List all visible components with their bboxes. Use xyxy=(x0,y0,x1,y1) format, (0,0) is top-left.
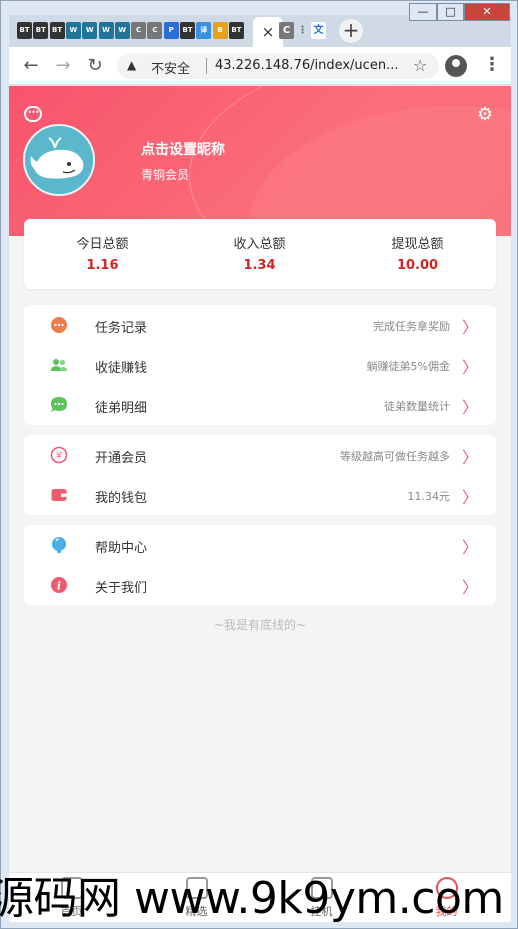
bookmark-star-icon[interactable]: ☆ xyxy=(413,56,427,75)
menu-row-wallet[interactable]: 我的钱包 11.34元 〉 xyxy=(24,475,496,515)
whale-icon xyxy=(25,126,93,194)
tab-favicon-icon[interactable]: P xyxy=(163,22,179,39)
menu-title: 帮助中心 xyxy=(95,541,148,556)
menu-title: 任务记录 xyxy=(95,321,148,336)
stat-today: 今日总额 1.16 xyxy=(24,233,181,273)
minimize-button[interactable]: — xyxy=(409,3,437,21)
kebab-menu-icon[interactable]: ⋮ xyxy=(483,54,501,75)
chat-dots-icon xyxy=(51,317,67,333)
close-window-button[interactable]: ✕ xyxy=(464,3,510,21)
menu-desc: 完成任务拿奖励 xyxy=(373,320,450,333)
menu-row-apprentices[interactable]: 徒弟明细 徒弟数量统计 〉 xyxy=(24,385,496,425)
menu-title: 收徒赚钱 xyxy=(95,361,148,376)
tab-favicon-icon[interactable]: BT xyxy=(17,22,32,39)
info-icon: i xyxy=(51,577,67,593)
tab-favicon-icon[interactable]: BT xyxy=(49,22,65,39)
menu-row-about[interactable]: i 关于我们 〉 xyxy=(24,565,496,605)
watermark-text: 源码网 www.9k9ym.com xyxy=(0,873,504,924)
menu-group-account: ¥ 开通会员 等级越高可做任务越多 〉 我的钱包 11.34元 〉 xyxy=(24,435,496,515)
address-bar-row: ← → ↻ ▲ 不安全 43.226.148.76/index/ucen... … xyxy=(9,47,511,85)
reload-icon[interactable]: ↻ xyxy=(83,54,107,78)
tab-favicon-icon[interactable]: W xyxy=(65,22,81,39)
menu-row-task-records[interactable]: 任务记录 完成任务拿奖励 〉 xyxy=(24,305,496,345)
browser-window: × + BT BT BT W W W W C C P BT 译 B BT C ⋮ 文 — □ ✕ ← → ↻ ▲… xyxy=(0,0,518,929)
tab-favicon-icon[interactable]: C xyxy=(131,22,147,39)
profile-header: ••• ⚙ 点击设置昵称 青铜会员 xyxy=(9,86,511,236)
tab-favicon-icon[interactable]: C xyxy=(147,22,163,39)
chevron-right-icon: 〉 xyxy=(461,578,478,597)
lightbulb-icon xyxy=(52,537,66,553)
menu-title: 徒弟明细 xyxy=(95,401,148,416)
chevron-right-icon: 〉 xyxy=(461,398,478,417)
stat-label: 今日总额 xyxy=(76,237,129,252)
menu-desc: 11.34元 xyxy=(407,490,451,503)
stat-label: 收入总额 xyxy=(233,237,286,252)
tab-favicon-icon[interactable]: 文 xyxy=(311,22,326,39)
chevron-right-icon: 〉 xyxy=(461,538,478,557)
security-label[interactable]: 不安全 xyxy=(151,58,190,77)
omnibox[interactable]: ▲ 不安全 43.226.148.76/index/ucen... ☆ xyxy=(117,53,439,79)
nickname[interactable]: 点击设置昵称 xyxy=(141,139,225,159)
chevron-right-icon: 〉 xyxy=(461,448,478,467)
chevron-right-icon: 〉 xyxy=(461,358,478,377)
profile-avatar-icon[interactable] xyxy=(445,55,467,77)
chat-bubble-icon xyxy=(51,397,67,412)
stat-value: 10.00 xyxy=(396,258,439,273)
new-tab-button[interactable]: + xyxy=(339,19,363,43)
tab-favicon-icon[interactable]: C xyxy=(279,22,294,39)
stats-card: 今日总额 1.16 收入总额 1.34 提现总额 10.00 xyxy=(24,219,496,289)
stat-value: 1.34 xyxy=(243,258,276,273)
chevron-right-icon: 〉 xyxy=(461,488,478,507)
menu-row-recruit[interactable]: 收徒赚钱 躺赚徒弟5%佣金 〉 xyxy=(24,345,496,385)
header-decoration-arc xyxy=(189,86,511,236)
menu-desc: 躺赚徒弟5%佣金 xyxy=(366,360,450,373)
menu-title: 开通会员 xyxy=(95,451,148,466)
tab-favicon-icon[interactable]: W xyxy=(82,22,98,39)
menu-group-tasks: 任务记录 完成任务拿奖励 〉 收徒赚钱 躺赚徒弟5%佣金 〉 徒弟明细 徒弟数量… xyxy=(24,305,496,425)
message-icon[interactable]: ••• xyxy=(24,106,42,122)
warning-triangle-icon[interactable]: ▲ xyxy=(127,58,136,72)
tab-favicon-icon[interactable]: BT xyxy=(228,22,244,39)
menu-row-membership[interactable]: ¥ 开通会员 等级越高可做任务越多 〉 xyxy=(24,435,496,475)
forward-arrow-icon[interactable]: → xyxy=(51,54,75,78)
avatar[interactable] xyxy=(23,124,95,196)
end-of-list-note: ~我是有底线的~ xyxy=(213,618,307,632)
member-level: 青铜会员 xyxy=(141,168,190,182)
stat-withdraw: 提现总额 10.00 xyxy=(339,233,496,273)
tab-favicon-icon[interactable]: B xyxy=(212,22,228,39)
omnibox-divider xyxy=(206,58,207,74)
users-icon xyxy=(51,359,67,371)
svg-text:¥: ¥ xyxy=(56,452,62,462)
tab-favicon-icon[interactable]: 译 xyxy=(196,22,212,39)
page-viewport: ••• ⚙ 点击设置昵称 青铜会员 今日总额 1.16 收入总额 1.34 提现… xyxy=(9,86,511,922)
tab-favicon-icon[interactable]: W xyxy=(98,22,114,39)
menu-row-help[interactable]: 帮助中心 〉 xyxy=(24,525,496,565)
tab-favicon-icon[interactable]: W xyxy=(114,22,130,39)
menu-title: 我的钱包 xyxy=(95,491,148,506)
tab-favicon-icon[interactable]: BT xyxy=(33,22,49,39)
wallet-icon xyxy=(51,489,67,501)
maximize-button[interactable]: □ xyxy=(437,3,464,21)
yen-circle-icon: ¥ xyxy=(50,446,68,464)
stat-value: 1.16 xyxy=(86,258,119,273)
menu-group-info: 帮助中心 〉 i 关于我们 〉 xyxy=(24,525,496,605)
tab-favicon-icon[interactable]: BT xyxy=(180,22,195,39)
stat-income: 收入总额 1.34 xyxy=(181,233,338,273)
url-text[interactable]: 43.226.148.76/index/ucen... xyxy=(215,58,405,73)
chevron-right-icon: 〉 xyxy=(461,318,478,337)
menu-desc: 等级越高可做任务越多 xyxy=(340,450,450,463)
back-arrow-icon[interactable]: ← xyxy=(19,54,43,78)
settings-gear-icon[interactable]: ⚙ xyxy=(477,104,493,125)
tab-favicon-icon[interactable]: ⋮ xyxy=(295,22,310,39)
stat-label: 提现总额 xyxy=(391,237,444,252)
menu-title: 关于我们 xyxy=(95,581,148,596)
svg-text:i: i xyxy=(57,580,61,593)
menu-desc: 徒弟数量统计 xyxy=(384,400,450,413)
